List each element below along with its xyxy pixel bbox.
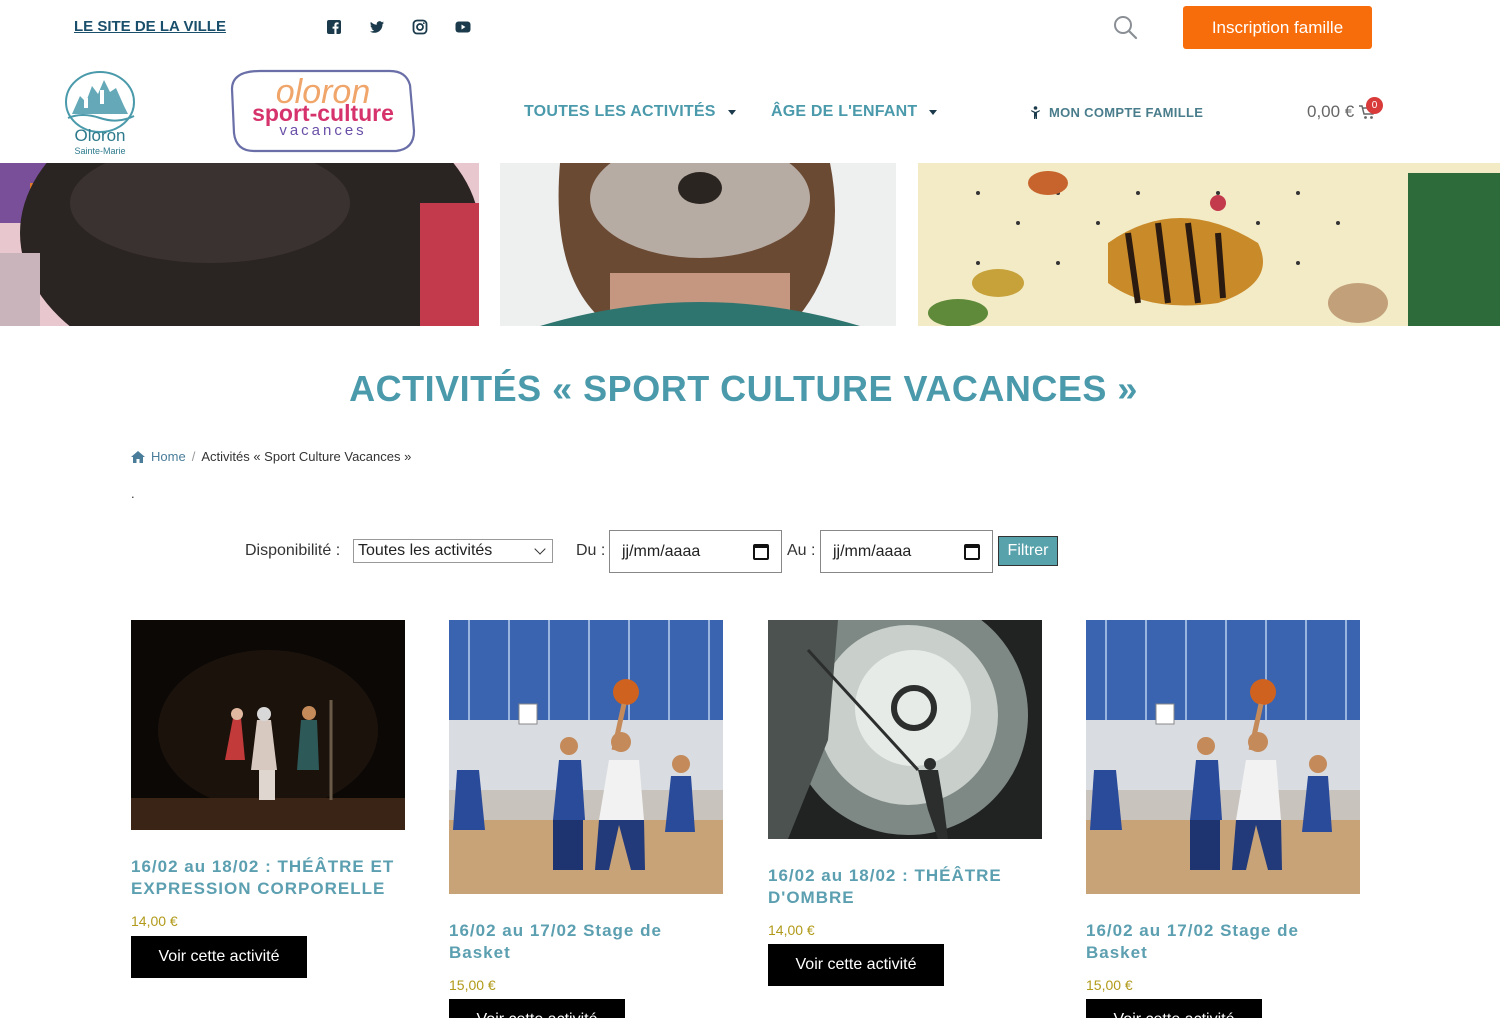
- banner-photo-right: [918, 163, 1500, 326]
- breadcrumb-home-label: Home: [151, 449, 186, 464]
- product-card: 16/02 au 18/02 : THÉÂTRE ET EXPRESSION C…: [131, 620, 405, 978]
- family-signup-button[interactable]: Inscription famille: [1183, 6, 1372, 49]
- product-image-basket[interactable]: [1086, 620, 1360, 894]
- view-activity-button[interactable]: Voir cette activité: [768, 944, 944, 986]
- breadcrumb-separator: /: [191, 449, 196, 464]
- product-price: 15,00 €: [1086, 977, 1133, 993]
- product-price: 14,00 €: [768, 922, 815, 938]
- top-bar: LE SITE DE LA VILLE Inscription famille: [0, 0, 1500, 56]
- twitter-icon[interactable]: [369, 19, 385, 35]
- breadcrumb-home[interactable]: Home: [131, 449, 186, 464]
- city-logo[interactable]: Oloron Sainte-Marie: [62, 66, 138, 158]
- child-icon: [1031, 106, 1040, 119]
- caret-down-icon: [727, 109, 736, 115]
- breadcrumb-current: Activités « Sport Culture Vacances »: [201, 449, 412, 464]
- hero-banner: [0, 163, 1500, 326]
- product-title[interactable]: 16/02 au 17/02 Stage de Basket: [449, 920, 723, 964]
- banner-photo-middle: [500, 163, 896, 326]
- instagram-icon[interactable]: [412, 19, 428, 35]
- product-title[interactable]: 16/02 au 18/02 : THÉÂTRE D'OMBRE: [768, 865, 1042, 909]
- family-account-link[interactable]: MON COMPTE FAMILLE: [1030, 105, 1203, 120]
- page-title: ACTIVITÉS « SPORT CULTURE VACANCES »: [349, 368, 1138, 409]
- cart-amount: 0,00 €: [1307, 102, 1355, 121]
- from-date-label: Du :: [576, 542, 606, 559]
- product-image-shadow-theatre[interactable]: [768, 595, 1042, 839]
- banner-photo-left: [0, 163, 479, 326]
- product-card: 16/02 au 17/02 Stage de Basket 15,00 € V…: [449, 620, 723, 1018]
- product-card: 16/02 au 17/02 Stage de Basket 15,00 € V…: [1086, 620, 1360, 1018]
- product-price: 15,00 €: [449, 977, 496, 993]
- availability-select-value: Toutes les activités: [358, 542, 493, 559]
- nav-child-age-label: ÂGE DE L'ENFANT: [771, 103, 918, 120]
- page: LE SITE DE LA VILLE Inscription famille …: [0, 0, 1500, 1018]
- family-account-label: MON COMPTE FAMILLE: [1049, 105, 1204, 120]
- product-image-basket[interactable]: [449, 620, 723, 894]
- from-date-input[interactable]: jj/mm/aaaa: [609, 530, 782, 573]
- product-card: 16/02 au 18/02 : THÉÂTRE D'OMBRE 14,00 €…: [768, 595, 1042, 986]
- to-date-value: jj/mm/aaaa: [833, 542, 912, 560]
- view-activity-button[interactable]: Voir cette activité: [449, 999, 625, 1018]
- social-links: [326, 19, 471, 35]
- to-date-label: Au :: [787, 542, 816, 559]
- view-activity-button[interactable]: Voir cette activité: [131, 936, 307, 978]
- chevron-down-icon: [534, 543, 546, 555]
- svg-text:vacances: vacances: [279, 122, 366, 139]
- main-header: Oloron Sainte-Marie oloron sport-culture…: [0, 56, 1500, 163]
- nav-all-activities-label: TOUTES LES ACTIVITÉS: [524, 103, 716, 120]
- city-site-link[interactable]: LE SITE DE LA VILLE: [74, 18, 226, 35]
- product-price: 14,00 €: [131, 913, 178, 929]
- svg-text:Sainte-Marie: Sainte-Marie: [74, 146, 125, 156]
- availability-select[interactable]: Toutes les activités: [353, 539, 553, 563]
- calendar-icon[interactable]: [753, 544, 769, 560]
- search-icon[interactable]: [1112, 14, 1138, 40]
- nav-all-activities[interactable]: TOUTES LES ACTIVITÉS: [524, 103, 736, 121]
- youtube-icon[interactable]: [455, 19, 471, 35]
- product-image-theatre[interactable]: [131, 620, 405, 830]
- cart-count-badge: 0: [1366, 97, 1383, 114]
- calendar-icon[interactable]: [964, 544, 980, 560]
- product-title[interactable]: 16/02 au 18/02 : THÉÂTRE ET EXPRESSION C…: [131, 856, 405, 900]
- view-activity-button[interactable]: Voir cette activité: [1086, 999, 1262, 1018]
- caret-down-icon: [929, 109, 938, 115]
- facebook-icon[interactable]: [326, 19, 342, 35]
- availability-label: Disponibilité :: [245, 542, 341, 559]
- filter-button[interactable]: Filtrer: [998, 536, 1058, 566]
- nav-child-age[interactable]: ÂGE DE L'ENFANT: [771, 103, 938, 121]
- product-title[interactable]: 16/02 au 17/02 Stage de Basket: [1086, 920, 1360, 964]
- svg-text:Oloron: Oloron: [74, 126, 125, 145]
- to-date-input[interactable]: jj/mm/aaaa: [820, 530, 993, 573]
- sport-culture-vacances-logo[interactable]: oloron sport-culture vacances: [230, 67, 416, 155]
- breadcrumb: Home / Activités « Sport Culture Vacance…: [131, 449, 411, 464]
- home-icon: [131, 450, 145, 463]
- from-date-value: jj/mm/aaaa: [622, 542, 701, 560]
- stray-dot: .: [131, 486, 135, 501]
